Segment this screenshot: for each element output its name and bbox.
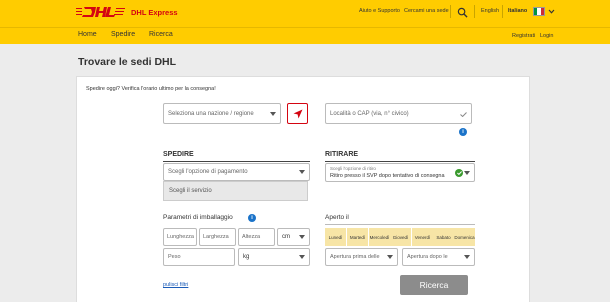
- payment-option-placeholder: Scegli l'opzione di pagamento: [168, 169, 248, 175]
- day-tuesday[interactable]: Martedì: [347, 228, 368, 246]
- help-link[interactable]: Aiuto e Supporto: [359, 8, 400, 14]
- info-icon[interactable]: i: [248, 214, 256, 222]
- ritirare-divider: [325, 161, 475, 162]
- nav-home[interactable]: Home: [78, 31, 97, 38]
- nav-spedire[interactable]: Spedire: [111, 31, 135, 38]
- length-placeholder: Lunghezza: [167, 234, 194, 240]
- payment-option-select[interactable]: Scegli l'opzione di pagamento: [163, 163, 310, 181]
- check-icon: [455, 169, 463, 177]
- search-button[interactable]: Ricerca: [400, 275, 468, 295]
- day-monday[interactable]: Lunedì: [325, 228, 346, 246]
- chevron-down-icon: [270, 111, 276, 116]
- brand-name: DHL Express: [131, 8, 178, 17]
- location-arrow-icon: [293, 109, 303, 119]
- day-sunday[interactable]: Domenica: [454, 228, 475, 246]
- locality-input[interactable]: Località o CAP (via, n° civico): [325, 103, 472, 124]
- length-unit-select[interactable]: cm: [277, 228, 310, 246]
- weight-input[interactable]: Peso: [163, 248, 235, 266]
- weight-placeholder: Peso: [168, 254, 181, 260]
- chevron-down-icon: [299, 255, 305, 259]
- pickup-option-label: Scegli l'opzione di ritiro: [330, 166, 376, 171]
- chevron-down-icon: [387, 255, 393, 259]
- chevron-down-icon[interactable]: [548, 9, 555, 14]
- open-on-heading: Aperto il: [325, 214, 349, 221]
- language-english[interactable]: English: [481, 8, 499, 14]
- chevron-down-icon: [464, 255, 470, 259]
- page-title: Trovare le sedi DHL: [78, 56, 177, 68]
- cutoff-hint[interactable]: Spedire oggi? Verifica l'orario ultimo p…: [86, 86, 216, 92]
- day-thursday[interactable]: Giovedì: [390, 228, 411, 246]
- use-my-location-button[interactable]: [287, 103, 308, 124]
- country-select-placeholder: Seleziona una nazione / regione: [168, 110, 254, 117]
- ritirare-heading: RITIRARE: [325, 151, 359, 158]
- opening-after-select[interactable]: Apertura dopo le: [402, 248, 475, 266]
- spedire-divider: [163, 161, 310, 162]
- height-input[interactable]: Altezza: [238, 228, 275, 246]
- length-unit-value: cm: [282, 234, 290, 240]
- language-italiano[interactable]: Italiano: [508, 8, 527, 14]
- clear-filters-link[interactable]: pulisci filtri: [163, 282, 188, 288]
- weight-unit-value: kg: [243, 254, 250, 260]
- main-nav: Home Spedire Ricerca Registrati Login: [0, 27, 610, 44]
- opening-before-select[interactable]: Apertura prima delle: [325, 248, 398, 266]
- opening-after-placeholder: Apertura dopo le: [407, 254, 448, 260]
- login-link[interactable]: Login: [540, 33, 553, 39]
- search-icon[interactable]: [457, 7, 468, 18]
- check-icon: [460, 112, 467, 117]
- pickup-option-value: Ritiro presso il SVP dopo tentativo di c…: [330, 173, 445, 179]
- info-icon[interactable]: i: [459, 128, 467, 136]
- day-saturday[interactable]: Sabato: [433, 228, 454, 246]
- register-link[interactable]: Registrati: [512, 33, 535, 39]
- divider: [450, 5, 451, 18]
- chevron-down-icon: [299, 170, 305, 174]
- nav-ricerca[interactable]: Ricerca: [149, 31, 173, 38]
- packaging-heading: Parametri di imballaggio: [163, 214, 233, 221]
- pickup-option-select[interactable]: Scegli l'opzione di ritiro Ritiro presso…: [325, 163, 475, 182]
- opening-before-placeholder: Apertura prima delle: [330, 254, 380, 260]
- chevron-down-icon: [299, 235, 305, 239]
- day-wednesday[interactable]: Mercoledì: [369, 228, 390, 246]
- locality-input-placeholder: Località o CAP (via, n° civico): [330, 110, 409, 117]
- find-location-link[interactable]: Cercami una sede: [404, 8, 449, 14]
- top-bar: DHL Express Aiuto e Supporto Cercami una…: [0, 0, 610, 27]
- chevron-down-icon: [464, 170, 470, 175]
- width-input[interactable]: Larghezza: [199, 228, 236, 246]
- height-placeholder: Altezza: [242, 234, 261, 240]
- dhl-logo[interactable]: [76, 6, 125, 19]
- width-placeholder: Larghezza: [203, 234, 229, 240]
- divider: [474, 5, 475, 18]
- length-input[interactable]: Lunghezza: [163, 228, 197, 246]
- spedire-heading: SPEDIRE: [163, 151, 194, 158]
- country-select[interactable]: Seleziona una nazione / regione: [163, 103, 281, 124]
- divider: [502, 5, 503, 18]
- open-on-divider: [325, 224, 475, 225]
- day-friday[interactable]: Venerdì: [412, 228, 433, 246]
- weight-unit-select[interactable]: kg: [238, 248, 310, 266]
- flag-icon[interactable]: [533, 7, 545, 16]
- service-option[interactable]: Scegli il servizio: [163, 181, 308, 201]
